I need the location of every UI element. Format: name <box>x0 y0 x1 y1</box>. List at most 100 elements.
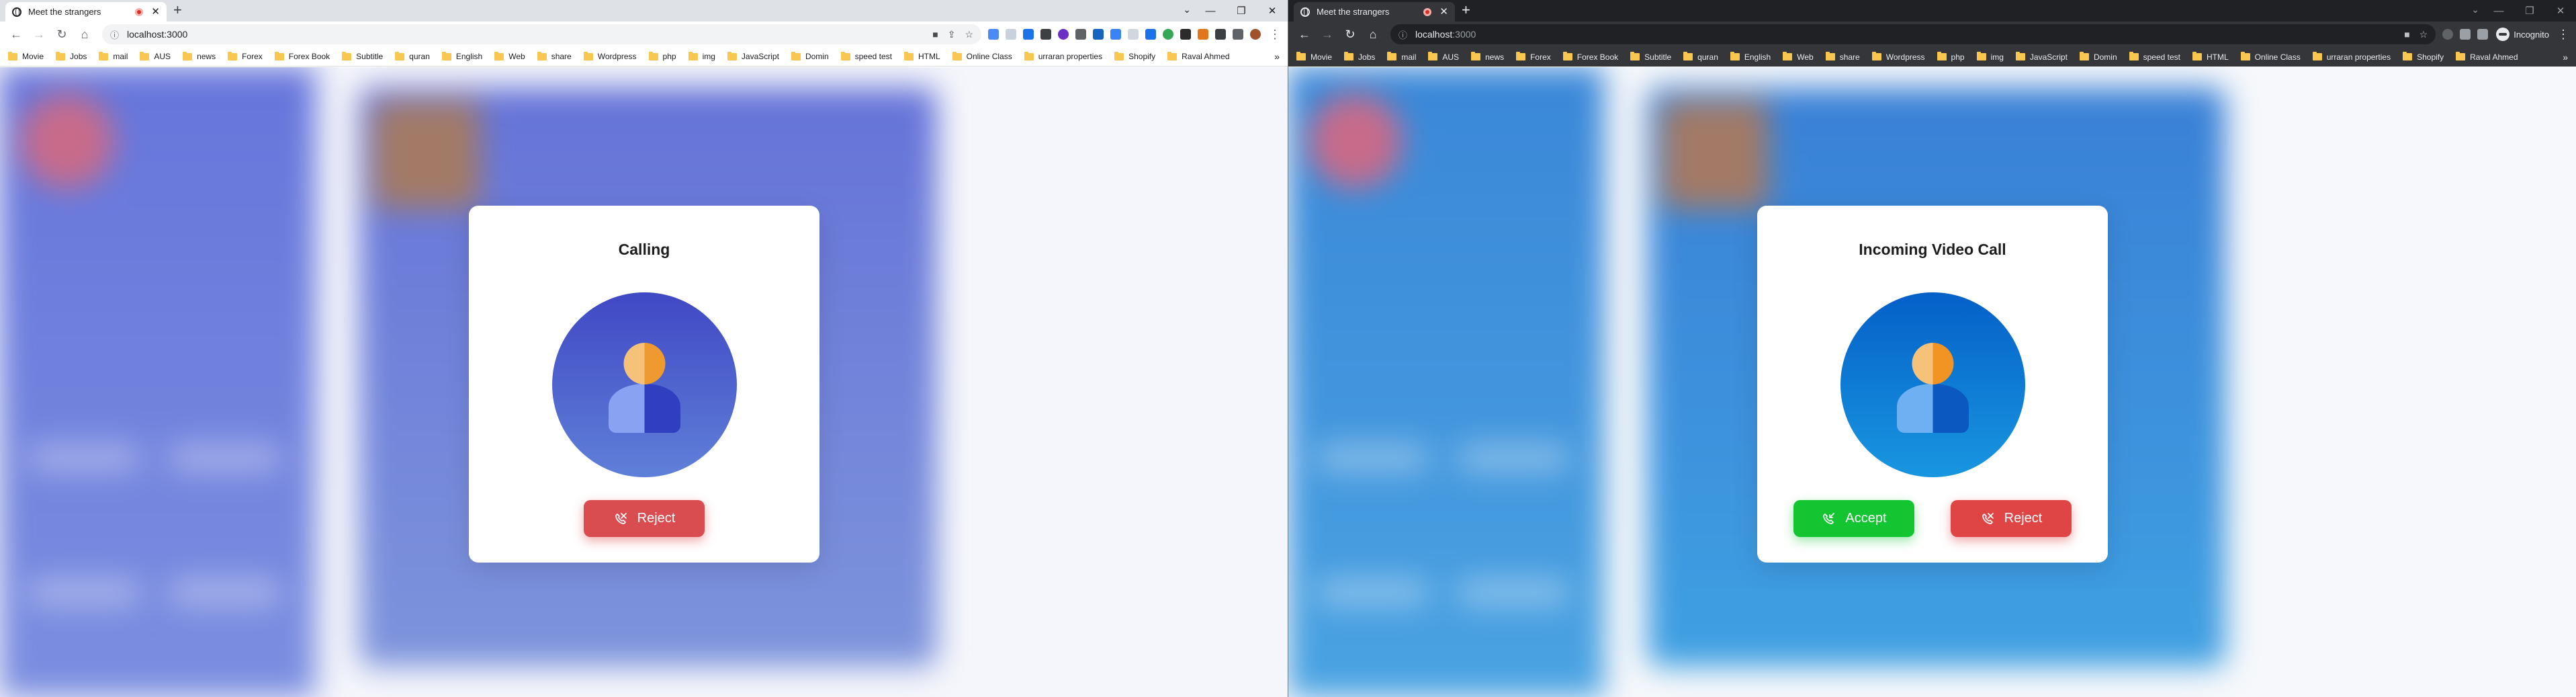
bookmarks-overflow-icon[interactable]: » <box>1274 51 1280 62</box>
extension-icon[interactable] <box>1058 29 1069 40</box>
bookmark-item[interactable]: Jobs <box>1344 52 1375 62</box>
bookmark-item[interactable]: news <box>1471 52 1504 62</box>
bookmark-item[interactable]: Online Class <box>952 51 1012 61</box>
profile-avatar[interactable] <box>1250 29 1261 40</box>
bookmark-item[interactable]: quran <box>1683 52 1718 62</box>
bookmark-item[interactable]: Forex <box>1516 52 1551 62</box>
share-icon[interactable]: ⇪ <box>948 29 956 40</box>
info-icon[interactable]: ⓘ <box>110 28 119 41</box>
bookmark-item[interactable]: JavaScript <box>2015 52 2068 62</box>
extension-icon[interactable] <box>1180 29 1191 40</box>
reload-icon[interactable]: ↻ <box>52 25 71 44</box>
close-icon[interactable]: ✕ <box>151 7 160 17</box>
bookmark-item[interactable]: HTML <box>2192 52 2229 62</box>
extension-icon[interactable] <box>1040 29 1051 40</box>
chevron-down-icon[interactable]: ⌄ <box>2471 4 2479 15</box>
bookmark-item[interactable]: Shopify <box>1114 51 1155 61</box>
browser-tab[interactable]: Meet the strangers ✕ <box>1294 2 1455 22</box>
extension-icon[interactable] <box>1006 29 1016 40</box>
maximize-icon[interactable]: ❐ <box>2514 5 2545 17</box>
camera-icon[interactable]: ■ <box>2404 29 2409 40</box>
extension-icon[interactable] <box>1093 29 1104 40</box>
bookmark-item[interactable]: img <box>1976 52 2004 62</box>
bookmark-item[interactable]: mail <box>1387 52 1416 62</box>
bookmark-item[interactable]: speed test <box>840 51 892 61</box>
extension-icon[interactable] <box>1145 29 1156 40</box>
incognito-indicator[interactable]: Incognito <box>2496 28 2549 41</box>
bookmark-item[interactable]: mail <box>99 51 128 61</box>
extensions-icon[interactable] <box>2460 29 2471 40</box>
forward-icon[interactable]: → <box>1318 25 1337 44</box>
bookmark-item[interactable]: news <box>183 51 216 61</box>
bookmark-item[interactable]: urraran properties <box>2312 52 2391 62</box>
bookmark-item[interactable]: Subtitle <box>1630 52 1671 62</box>
bookmark-item[interactable]: Domin <box>791 51 829 61</box>
plus-icon[interactable]: + <box>1462 3 1470 17</box>
bookmark-item[interactable]: Web <box>494 51 525 61</box>
bookmark-item[interactable]: Movie <box>1296 52 1332 62</box>
bookmark-item[interactable]: Domin <box>2079 52 2117 62</box>
home-icon[interactable]: ⌂ <box>1364 25 1382 44</box>
bookmark-item[interactable]: JavaScript <box>727 51 779 61</box>
bookmark-item[interactable]: share <box>1825 52 1860 62</box>
close-icon[interactable]: ✕ <box>1439 7 1448 17</box>
bookmark-item[interactable]: HTML <box>904 51 940 61</box>
close-window-icon[interactable]: ✕ <box>2545 5 2576 17</box>
address-bar[interactable]: ⓘ localhost:3000 ■ ☆ <box>1390 24 2436 44</box>
extension-icon[interactable] <box>1128 29 1139 40</box>
chevron-down-icon[interactable]: ⌄ <box>1183 4 1191 15</box>
back-icon[interactable]: ← <box>7 25 26 44</box>
extension-icon[interactable] <box>988 29 999 40</box>
maximize-icon[interactable]: ❐ <box>1226 5 1257 17</box>
sidepanel-icon[interactable] <box>2477 29 2489 40</box>
extension-icon[interactable] <box>2442 29 2454 40</box>
bookmark-item[interactable]: AUS <box>1428 52 1459 62</box>
extension-icon[interactable] <box>1110 29 1121 40</box>
reload-icon[interactable]: ↻ <box>1341 25 1360 44</box>
reject-button[interactable]: Reject <box>1951 500 2072 537</box>
bookmark-item[interactable]: Wordpress <box>1871 52 1925 62</box>
minimize-icon[interactable]: — <box>2483 5 2514 17</box>
bookmark-item[interactable]: Online Class <box>2240 52 2301 62</box>
bookmark-item[interactable]: English <box>441 51 482 61</box>
info-icon[interactable]: ⓘ <box>1398 28 1407 41</box>
reject-button[interactable]: Reject <box>584 500 705 537</box>
bookmark-item[interactable]: Shopify <box>2403 52 2444 62</box>
bookmark-item[interactable]: AUS <box>140 51 171 61</box>
home-icon[interactable]: ⌂ <box>75 25 94 44</box>
bookmark-item[interactable]: Raval Ahmed <box>1167 51 1230 61</box>
bookmark-item[interactable]: Raval Ahmed <box>2456 52 2518 62</box>
extensions-icon[interactable] <box>1215 29 1226 40</box>
bookmark-item[interactable]: English <box>1730 52 1771 62</box>
bookmarks-overflow-icon[interactable]: » <box>2563 52 2568 63</box>
bookmark-item[interactable]: speed test <box>2129 52 2180 62</box>
bookmark-item[interactable]: Subtitle <box>342 51 383 61</box>
bookmark-item[interactable]: Forex <box>228 51 263 61</box>
bookmark-item[interactable]: Jobs <box>56 51 87 61</box>
extension-icon[interactable] <box>1075 29 1086 40</box>
bookmark-item[interactable]: Forex Book <box>1562 52 1618 62</box>
close-window-icon[interactable]: ✕ <box>1257 5 1288 17</box>
browser-tab[interactable]: Meet the strangers ✕ <box>5 2 167 22</box>
back-icon[interactable]: ← <box>1295 25 1314 44</box>
bookmark-item[interactable]: share <box>537 51 572 61</box>
address-bar[interactable]: ⓘ localhost:3000 ■ ⇪ ☆ <box>102 24 981 44</box>
sidepanel-icon[interactable] <box>1233 29 1243 40</box>
bookmark-item[interactable]: php <box>648 51 676 61</box>
star-icon[interactable]: ☆ <box>2419 29 2428 40</box>
camera-icon[interactable]: ■ <box>932 29 938 40</box>
star-icon[interactable]: ☆ <box>965 29 973 40</box>
menu-icon[interactable]: ⋮ <box>1269 28 1281 42</box>
bookmark-item[interactable]: Movie <box>8 51 44 61</box>
bookmark-item[interactable]: img <box>688 51 715 61</box>
bookmark-item[interactable]: php <box>1937 52 1965 62</box>
extension-icon[interactable] <box>1163 29 1173 40</box>
accept-button[interactable]: Accept <box>1793 500 1914 537</box>
metamask-icon[interactable] <box>1198 29 1208 40</box>
bookmark-item[interactable]: urraran properties <box>1024 51 1102 61</box>
bookmark-item[interactable]: Web <box>1783 52 1814 62</box>
bookmark-item[interactable]: quran <box>395 51 430 61</box>
bookmark-item[interactable]: Wordpress <box>583 51 637 61</box>
forward-icon[interactable]: → <box>30 25 48 44</box>
bookmark-item[interactable]: Forex Book <box>274 51 330 61</box>
